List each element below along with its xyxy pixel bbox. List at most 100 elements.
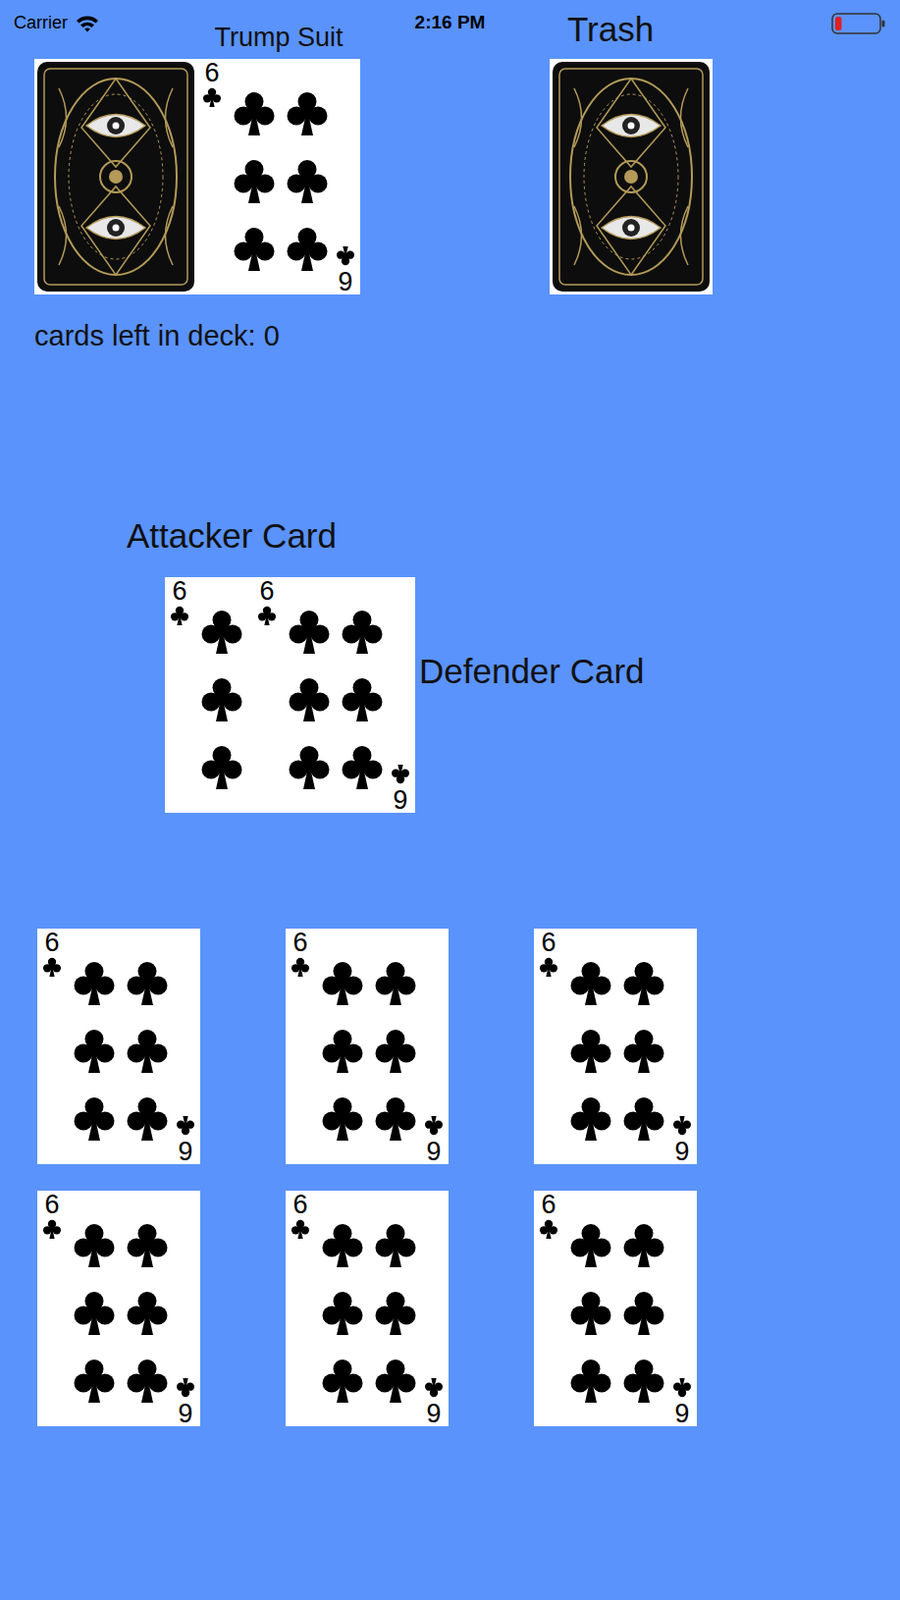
club-icon xyxy=(197,606,247,656)
club-icon xyxy=(537,1217,560,1240)
card-corner: 6 xyxy=(255,577,279,627)
card-back[interactable] xyxy=(34,58,198,295)
pip-area xyxy=(252,577,416,792)
club-icon xyxy=(566,1287,616,1337)
club-icon xyxy=(122,957,172,1007)
playing-card[interactable]: 66 xyxy=(37,928,201,1165)
card-corner: 6 xyxy=(422,1114,446,1165)
card-corner: 6 xyxy=(200,58,224,108)
battery-icon xyxy=(831,11,887,36)
card-rank: 6 xyxy=(288,1190,313,1218)
card-rank: 6 xyxy=(536,928,561,956)
game-board: Trump Suit 66 Trash cards left in deck: … xyxy=(0,0,900,1427)
card-corner: 6 xyxy=(670,1114,694,1165)
club-icon xyxy=(122,1355,172,1405)
card-corner: 6 xyxy=(173,1114,198,1165)
defender-label: Defender Card xyxy=(419,650,645,692)
trash-area: Trash xyxy=(549,0,713,295)
club-icon xyxy=(337,741,387,792)
playing-card[interactable]: 66 xyxy=(533,928,697,1165)
clock: 2:16 PM xyxy=(415,8,486,38)
club-icon xyxy=(282,156,332,206)
club-icon xyxy=(566,1355,616,1405)
club-icon xyxy=(122,1219,172,1270)
card-rank: 6 xyxy=(200,58,224,87)
club-icon xyxy=(69,1219,119,1270)
club-icon xyxy=(423,1114,445,1137)
card-corner: 6 xyxy=(40,928,64,978)
club-icon xyxy=(122,1287,172,1337)
club-icon xyxy=(69,1025,119,1075)
card-rank: 6 xyxy=(173,1398,198,1427)
club-icon xyxy=(566,1093,616,1143)
club-icon xyxy=(370,1287,421,1337)
club-icon xyxy=(370,1093,421,1143)
card-back xyxy=(549,58,713,295)
club-icon xyxy=(317,1093,368,1143)
playing-card[interactable]: 66 xyxy=(533,1190,697,1427)
card-corner: 6 xyxy=(288,1190,313,1240)
card-rank: 6 xyxy=(388,785,413,813)
club-icon xyxy=(69,1093,119,1143)
status-bar: Carrier 2:16 PM xyxy=(0,0,900,47)
club-icon xyxy=(317,1287,368,1337)
club-icon xyxy=(229,156,279,206)
club-icon xyxy=(41,955,63,978)
club-icon xyxy=(122,1025,172,1075)
card-corner: 6 xyxy=(333,245,358,295)
deck xyxy=(34,0,198,295)
deck-count: cards left in deck: 0 xyxy=(34,318,900,354)
club-icon xyxy=(122,1093,172,1143)
club-icon xyxy=(201,86,223,108)
club-icon xyxy=(619,1025,669,1075)
club-icon xyxy=(671,1114,693,1137)
card-corner: 6 xyxy=(422,1376,446,1427)
club-icon xyxy=(174,1114,197,1137)
pip-area xyxy=(533,1190,697,1405)
club-icon xyxy=(284,606,334,656)
card-back-icon xyxy=(549,58,713,295)
playing-card[interactable]: 66 xyxy=(285,1190,449,1427)
club-icon xyxy=(619,1219,669,1270)
battle-area: 66 66 Defender Card xyxy=(164,577,900,813)
club-icon xyxy=(389,763,412,786)
player-hand: 666666666666 xyxy=(37,928,900,1427)
card-rank: 6 xyxy=(422,1398,446,1427)
club-icon xyxy=(197,741,247,792)
club-icon xyxy=(423,1376,445,1399)
club-icon xyxy=(317,1355,368,1405)
club-icon xyxy=(256,604,278,627)
club-icon xyxy=(334,245,357,267)
playing-card: 66 xyxy=(197,58,361,295)
card-corner: 6 xyxy=(173,1376,198,1427)
club-icon xyxy=(619,1093,669,1143)
playing-card: 66 xyxy=(252,577,416,813)
club-icon xyxy=(317,1025,368,1075)
club-icon xyxy=(619,1287,669,1337)
attacker-label: Attacker Card xyxy=(126,515,900,557)
club-icon xyxy=(168,604,191,627)
playing-card[interactable]: 66 xyxy=(37,1190,201,1427)
pip-area xyxy=(37,1190,201,1405)
club-icon xyxy=(284,741,334,792)
club-icon xyxy=(289,1217,312,1240)
card-rank: 6 xyxy=(536,1190,561,1218)
trump-area: Trump Suit 66 xyxy=(197,0,361,295)
card-corner: 6 xyxy=(288,928,313,978)
trump-suit-label: Trump Suit xyxy=(197,0,361,59)
club-icon xyxy=(337,674,387,724)
card-rank: 6 xyxy=(670,1136,694,1165)
club-icon xyxy=(229,88,279,138)
card-back-icon xyxy=(34,58,198,295)
card-corner: 6 xyxy=(40,1190,64,1240)
card-corner: 6 xyxy=(388,763,413,813)
card-corner: 6 xyxy=(167,577,192,627)
wifi-icon xyxy=(75,14,100,33)
club-icon xyxy=(337,606,387,656)
club-icon xyxy=(566,1025,616,1075)
playing-card[interactable]: 66 xyxy=(285,928,449,1165)
club-icon xyxy=(370,1219,421,1270)
club-icon xyxy=(317,957,368,1007)
card-rank: 6 xyxy=(40,928,64,956)
club-icon xyxy=(174,1376,197,1399)
